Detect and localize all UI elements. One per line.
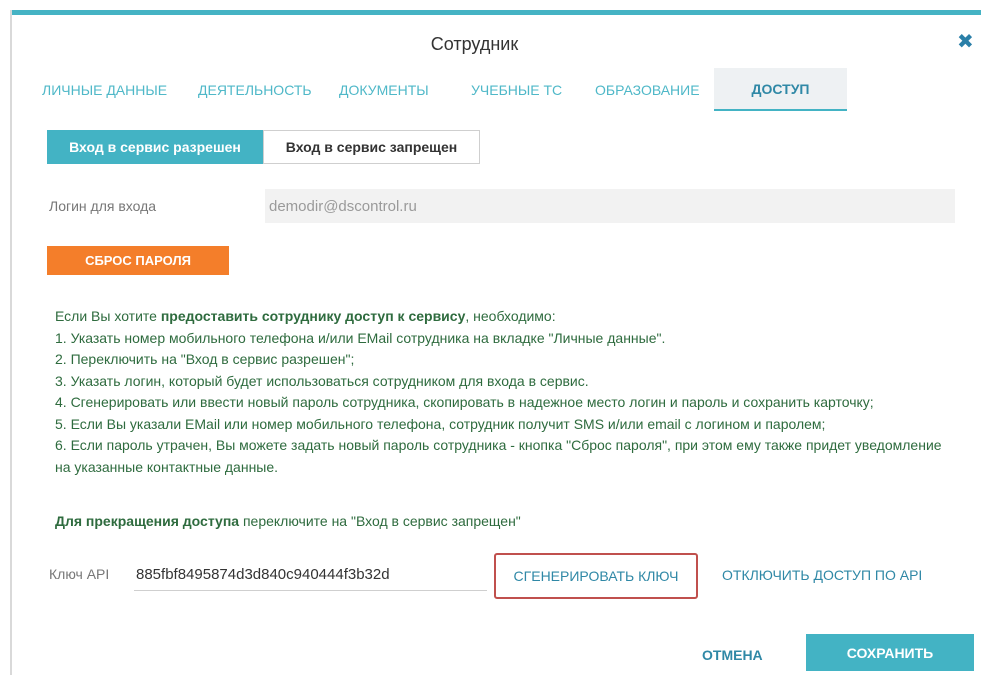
- instructions-intro: Если Вы хотите предоставить сотруднику д…: [55, 306, 955, 328]
- login-label: Логин для входа: [49, 198, 157, 214]
- generate-key-button[interactable]: СГЕНЕРИРОВАТЬ КЛЮЧ: [494, 553, 698, 599]
- intro-pre-text: Если Вы хотите: [55, 308, 161, 324]
- access-denied-toggle[interactable]: Вход в сервис запрещен: [263, 130, 480, 164]
- stop-access-bold: Для прекращения доступа: [55, 513, 240, 529]
- dialog-left-border: [10, 10, 12, 675]
- tab-personal-data[interactable]: ЛИЧНЫЕ ДАННЫЕ: [42, 82, 167, 98]
- instruction-step-3: 3. Указать логин, который будет использо…: [55, 372, 589, 389]
- instruction-step-4: 4. Сгенерировать или ввести новый пароль…: [55, 394, 874, 410]
- instruction-step-6: 6. Если пароль утрачен, Вы можете задать…: [55, 437, 942, 475]
- instruction-step-5: 5. Если Вы указали EMail или номер мобил…: [55, 415, 826, 432]
- reset-password-button[interactable]: СБРОС ПАРОЛЯ: [47, 246, 229, 275]
- tab-documents[interactable]: ДОКУМЕНТЫ: [339, 82, 429, 98]
- api-key-field[interactable]: [134, 559, 487, 591]
- cancel-button[interactable]: ОТМЕНА: [702, 647, 763, 663]
- dialog-top-accent-bar: [12, 10, 981, 15]
- tab-education[interactable]: ОБРАЗОВАНИЕ: [595, 82, 700, 98]
- access-instructions: Если Вы хотите предоставить сотруднику д…: [55, 306, 955, 478]
- stop-access-note: Для прекращения доступа переключите на "…: [55, 513, 521, 529]
- api-key-label: Ключ API: [49, 566, 110, 582]
- save-button[interactable]: СОХРАНИТЬ: [806, 634, 974, 671]
- login-field[interactable]: [265, 189, 955, 223]
- instruction-step-2: 2. Переключить на "Вход в сервис разреше…: [55, 351, 355, 367]
- tab-training-vehicles[interactable]: УЧЕБНЫЕ ТС: [471, 82, 562, 98]
- disable-api-access-button[interactable]: ОТКЛЮЧИТЬ ДОСТУП ПО API: [722, 567, 922, 583]
- employee-dialog: Сотрудник ✖ ЛИЧНЫЕ ДАННЫЕ ДЕЯТЕЛЬНОСТЬ Д…: [0, 0, 981, 675]
- intro-bold-text: предоставить сотруднику доступ к сервису: [160, 308, 466, 324]
- instruction-step-1: 1. Указать номер мобильного телефона и/и…: [55, 329, 666, 346]
- stop-access-rest: переключите на "Вход в сервис запрещен": [239, 513, 521, 529]
- access-allowed-toggle[interactable]: Вход в сервис разрешен: [47, 130, 263, 164]
- close-icon[interactable]: ✖: [957, 32, 974, 52]
- dialog-title: Сотрудник: [430, 34, 519, 54]
- tab-access[interactable]: ДОСТУП: [714, 68, 847, 111]
- tab-activity[interactable]: ДЕЯТЕЛЬНОСТЬ: [198, 82, 312, 98]
- intro-post-text: , необходимо:: [465, 308, 556, 324]
